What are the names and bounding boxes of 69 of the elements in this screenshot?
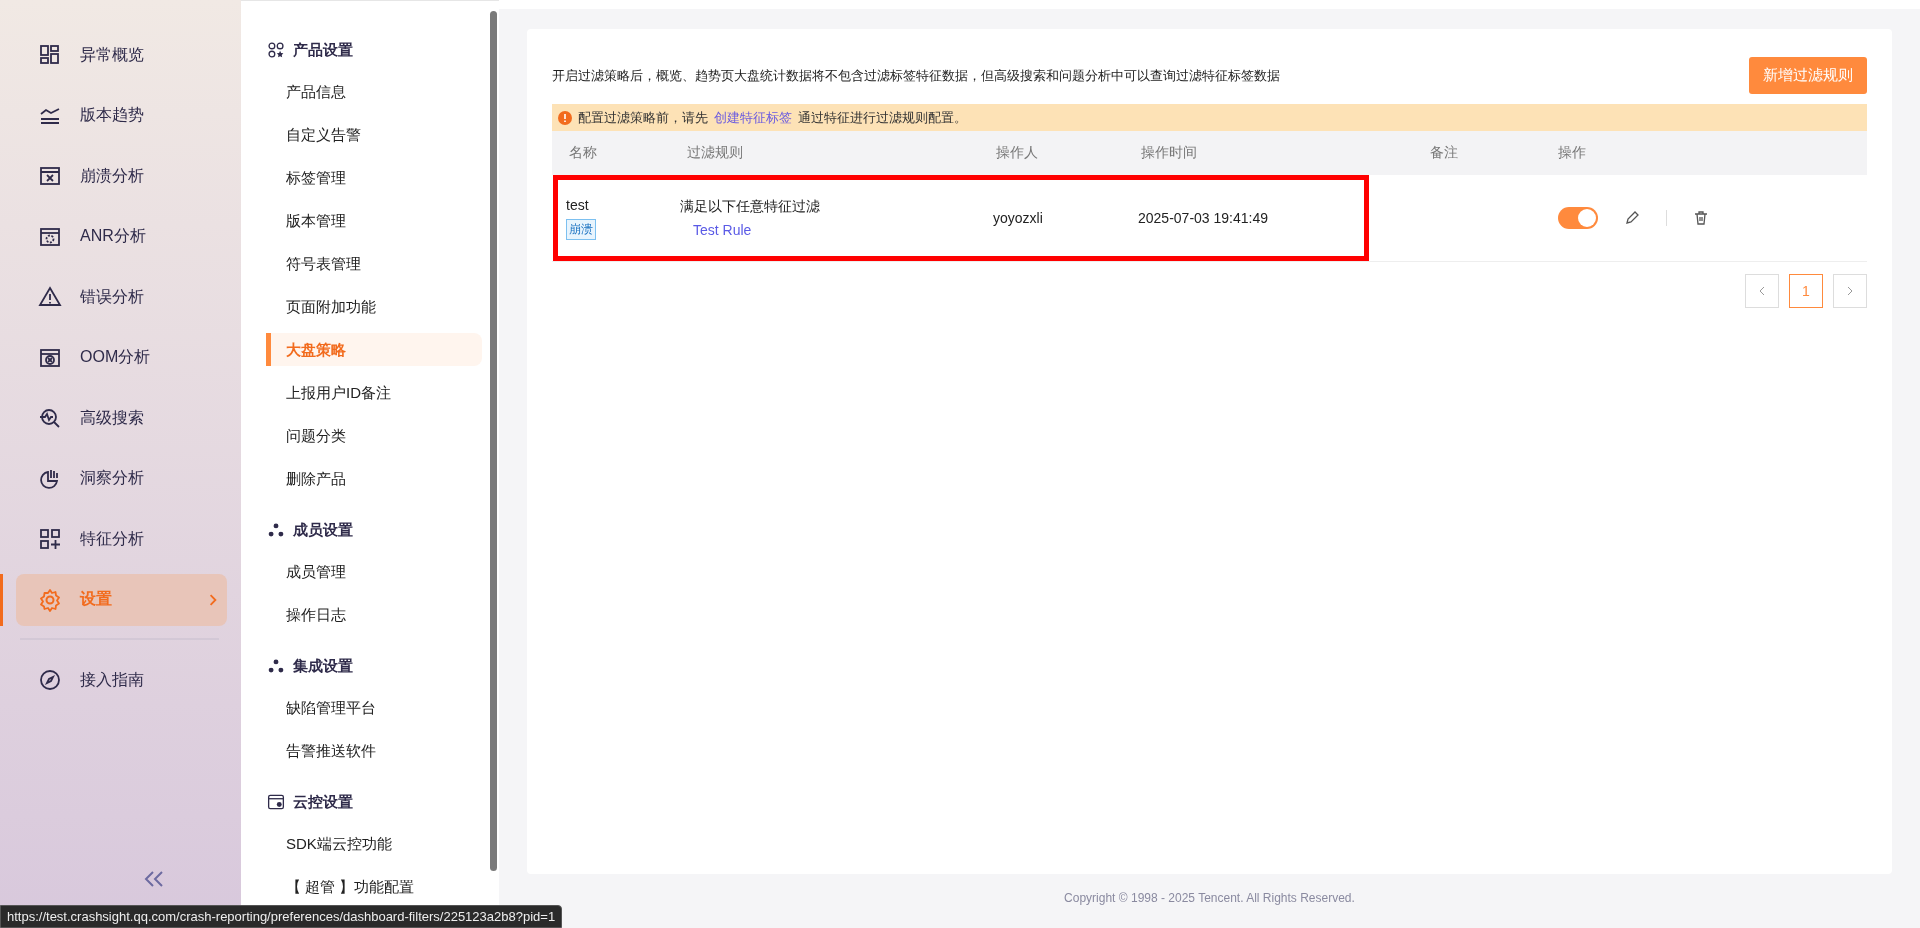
nodes-icon — [267, 521, 285, 539]
collapse-icon[interactable] — [143, 870, 165, 888]
menu-item[interactable]: 【 超管 】功能配置 — [266, 870, 482, 903]
prev-page-button[interactable] — [1745, 274, 1779, 308]
menu-item[interactable]: 缺陷管理平台 — [266, 691, 482, 724]
menu-group-title: 产品设置 — [293, 40, 353, 60]
chevron-right-icon — [207, 593, 219, 606]
menu-item[interactable]: 上报用户ID备注 — [266, 376, 482, 409]
nav-item[interactable]: ANR分析 — [16, 210, 227, 263]
menu-item[interactable]: 标签管理 — [266, 161, 482, 194]
nav-item[interactable]: 崩溃分析 — [16, 150, 227, 202]
description-text: 开启过滤策略后，概览、趋势页大盘统计数据将不包含过滤标签特征数据，但高级搜索和问题分析中可以查询过滤特征标签数据 — [552, 66, 1280, 85]
column-header: 过滤规则 — [686, 144, 744, 162]
menu-item[interactable]: 成员管理 — [266, 555, 482, 588]
chevron-right-icon — [1845, 286, 1855, 296]
menu-item[interactable]: 告警推送软件 — [266, 734, 482, 767]
menu-item[interactable]: SDK端云控功能 — [266, 827, 482, 860]
nodes-icon — [267, 657, 285, 675]
copyright-text: Copyright © 1998 - 2025 Tencent. All Rights Reserved. — [1063, 891, 1356, 905]
nav-item[interactable]: OOM分析 — [16, 331, 227, 384]
tag: 崩溃 — [566, 218, 596, 240]
window-x-icon — [38, 164, 62, 188]
table-cell-text: yoyozxli — [993, 210, 1044, 226]
alert-icon — [558, 110, 572, 125]
column-header: 操作人 — [995, 144, 1039, 162]
settings-icon — [38, 587, 62, 612]
menu-item[interactable]: 问题分类 — [266, 419, 482, 452]
nav-item[interactable]: 异常概览 — [16, 29, 227, 81]
menu-item[interactable]: 自定义告警 — [266, 118, 482, 151]
notice-text: 配置过滤策略前，请先 — [578, 108, 708, 127]
column-header: 操作 — [1557, 144, 1587, 162]
nav-item[interactable]: 高级搜索 — [16, 392, 227, 444]
menu-item[interactable]: 页面附加功能 — [266, 290, 482, 323]
menu-group-title: 成员设置 — [293, 520, 353, 540]
toggle-switch[interactable] — [1558, 207, 1598, 229]
column-header: 名称 — [568, 144, 598, 162]
window-gear-icon — [267, 793, 285, 811]
dashboard-icon — [38, 43, 62, 67]
menu-item[interactable]: 产品信息 — [266, 75, 482, 108]
column-header: 操作时间 — [1140, 144, 1198, 162]
rule-link[interactable]: Test Rule — [680, 222, 979, 238]
menu-item[interactable]: 版本管理 — [266, 204, 482, 237]
table-cell-text: 2025-07-03 19:41:49 — [1138, 210, 1269, 226]
next-page-button[interactable] — [1833, 274, 1867, 308]
create-tag-link[interactable]: 创建特征标签 — [714, 108, 792, 127]
menu-item[interactable]: 符号表管理 — [266, 247, 482, 280]
delete-icon[interactable] — [1693, 210, 1709, 226]
nav-item[interactable]: 特征分析 — [16, 513, 227, 565]
compass-icon — [38, 668, 62, 692]
column-header: 备注 — [1429, 144, 1459, 162]
scrollbar[interactable] — [490, 11, 497, 871]
nav-item[interactable]: 版本趋势 — [16, 89, 227, 142]
warning-icon — [38, 285, 62, 309]
menu-item[interactable]: 操作日志 — [266, 598, 482, 631]
notice-text: 通过特征进行过滤规则配置。 — [798, 108, 967, 127]
nav-item[interactable]: 接入指南 — [16, 654, 227, 706]
apps-icon — [267, 41, 285, 59]
menu-group-title: 云控设置 — [293, 792, 353, 812]
search-icon — [38, 406, 62, 430]
table-cell-text: test — [566, 196, 590, 213]
menu-item[interactable]: 删除产品 — [266, 462, 482, 495]
grid-plus-icon — [38, 527, 62, 551]
status-url: https://test.crashsight.qq.com/crash-reporting/preferences/dashboard-filters/225123a2b8?pid=1 — [0, 905, 563, 928]
edit-icon[interactable] — [1624, 210, 1640, 226]
chevron-left-icon — [1757, 286, 1767, 296]
nav-item[interactable]: 洞察分析 — [16, 452, 227, 505]
table-cell-text: 满足以下任意特征过滤 — [680, 198, 821, 216]
nav-item[interactable]: 错误分析 — [16, 271, 227, 323]
menu-group-title: 集成设置 — [293, 656, 353, 676]
